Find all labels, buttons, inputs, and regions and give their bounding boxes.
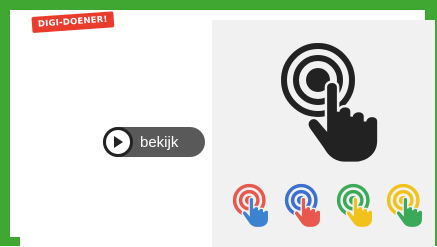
illustration-panel — [212, 20, 435, 247]
play-button[interactable]: bekijk — [103, 127, 205, 157]
play-button-label: bekijk — [140, 133, 179, 151]
touch-hand-icon — [336, 183, 374, 229]
video-thumbnail-frame: bekijk DIGI-DOENER! — [0, 0, 437, 247]
play-icon — [103, 127, 133, 157]
touch-hand-icon — [232, 183, 270, 229]
touch-hand-icon — [386, 183, 424, 229]
touch-hand-icon — [281, 43, 380, 165]
touch-hand-icon — [284, 183, 322, 229]
video-thumbnail[interactable]: bekijk — [20, 20, 435, 247]
